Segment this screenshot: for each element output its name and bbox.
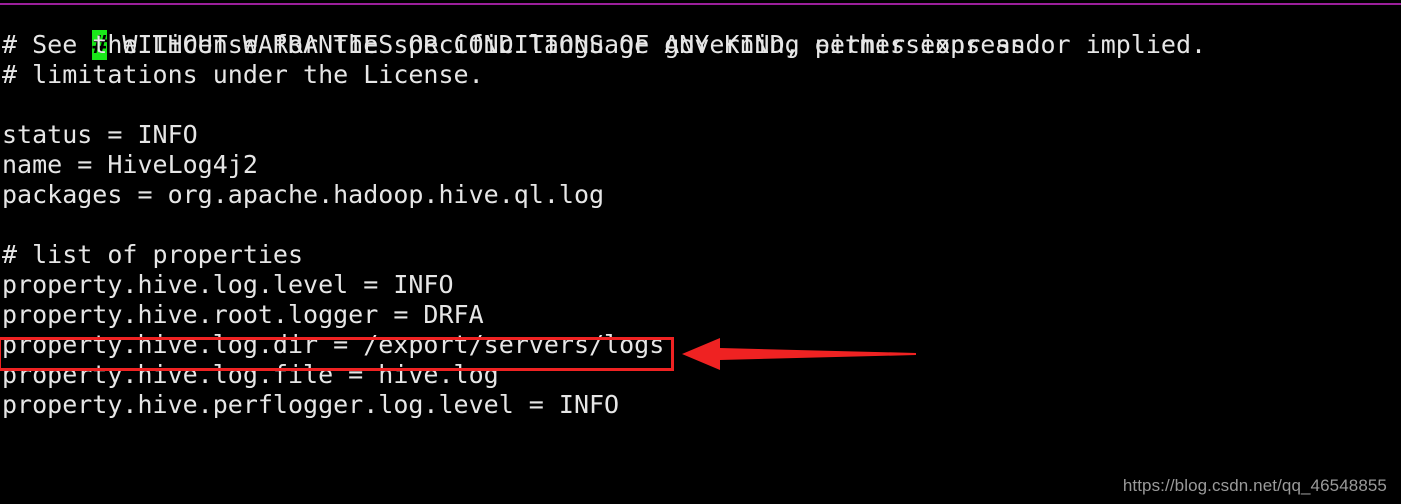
terminal-line: name = HiveLog4j2 bbox=[2, 150, 258, 179]
terminal-line: property.hive.perflogger.log.level = INF… bbox=[2, 390, 620, 419]
terminal-line-highlighted: property.hive.log.dir = /export/servers/… bbox=[2, 330, 665, 359]
terminal-line: property.hive.log.file = hive.log bbox=[2, 360, 499, 389]
terminal-window: # WITHOUT WARRANTIES OR CONDITIONS OF AN… bbox=[0, 0, 1401, 504]
terminal-line: property.hive.root.logger = DRFA bbox=[2, 300, 484, 329]
terminal-line: property.hive.log.level = INFO bbox=[2, 270, 454, 299]
terminal-line: # WITHOUT WARRANTIES OR CONDITIONS OF AN… bbox=[0, 0, 1401, 60]
terminal-text-area[interactable]: # WITHOUT WARRANTIES OR CONDITIONS OF AN… bbox=[0, 0, 1401, 420]
terminal-line: packages = org.apache.hadoop.hive.ql.log bbox=[2, 180, 605, 209]
terminal-line: # list of properties bbox=[2, 240, 304, 269]
csdn-blog-watermark: https://blog.csdn.net/qq_46548855 bbox=[1122, 476, 1387, 495]
terminal-line: status = INFO bbox=[2, 120, 198, 149]
terminal-line: # limitations under the License. bbox=[2, 60, 484, 89]
